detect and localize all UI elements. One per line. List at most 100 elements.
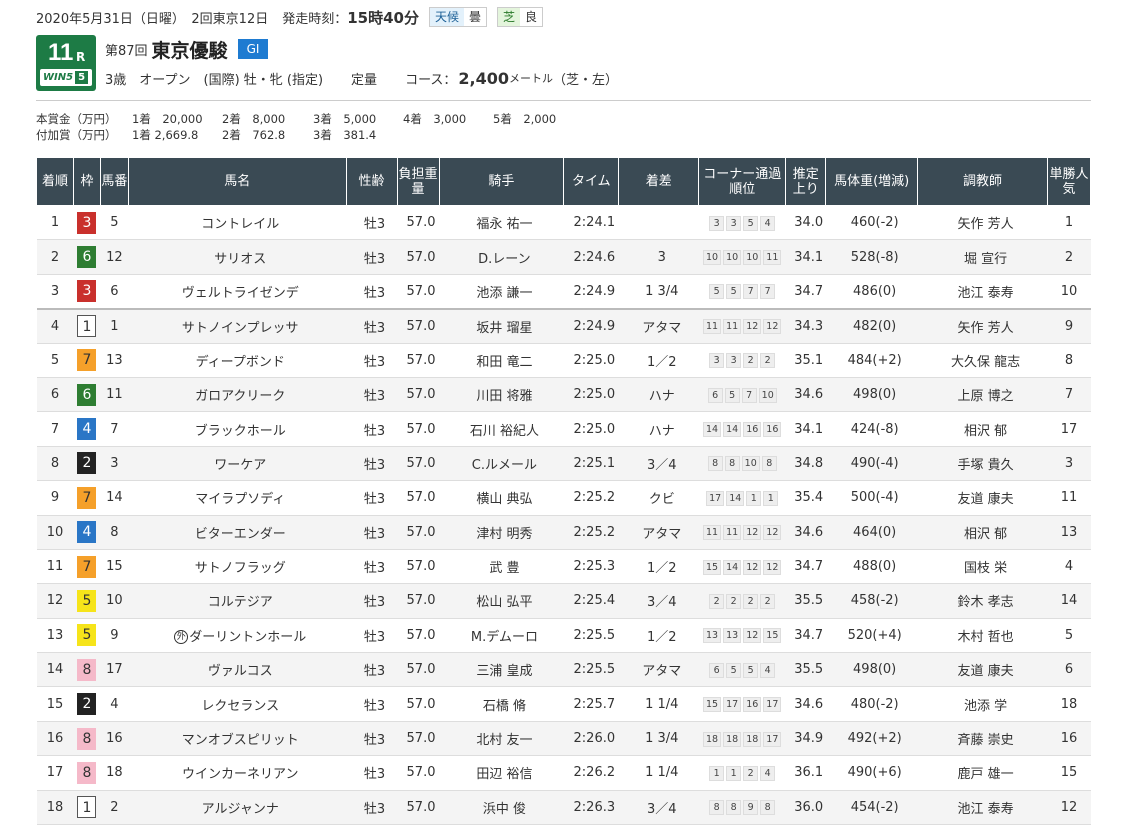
jockey-name[interactable]: 石橋 脩 <box>439 686 564 722</box>
horse-name[interactable]: サトノインプレッサ <box>128 308 347 344</box>
horse-weight: 498(0) <box>825 652 918 688</box>
horse-name-link[interactable]: サリオス <box>214 252 266 267</box>
horse-name-link[interactable]: ヴァルコス <box>208 664 273 679</box>
jockey-name[interactable]: 川田 将雅 <box>439 377 564 413</box>
load-weight: 57.0 <box>397 686 439 722</box>
trainer-name[interactable]: 池添 学 <box>917 686 1048 722</box>
horse-name[interactable]: コントレイル <box>128 205 347 241</box>
horse-name-link[interactable]: サトノインプレッサ <box>182 321 299 336</box>
horse-name-link[interactable]: ブラックホール <box>195 424 286 439</box>
horse-name-link[interactable]: レクセランス <box>201 699 279 714</box>
popularity: 15 <box>1047 755 1091 791</box>
horse-name[interactable]: アルジャンナ <box>128 790 347 826</box>
horse-name[interactable]: レクセランス <box>128 686 347 722</box>
trainer-name[interactable]: 手塚 貴久 <box>917 446 1048 482</box>
extra-prize-line: 付加賞（万円） 1着 2,669.8 2着 762.8 3着 381.4 <box>36 127 376 142</box>
trainer-name[interactable]: 堀 宣行 <box>917 239 1048 275</box>
corner-position: 15 <box>763 628 782 644</box>
horse-name[interactable]: ディープボンド <box>128 343 347 378</box>
trainer-name[interactable]: 上原 博之 <box>917 377 1048 413</box>
horse-name[interactable]: 外ダーリントンホール <box>128 618 347 654</box>
horse-name[interactable]: ウインカーネリアン <box>128 755 347 791</box>
last-3f: 34.3 <box>785 308 826 344</box>
last-3f: 34.6 <box>785 515 826 550</box>
jockey-name[interactable]: 和田 竜二 <box>439 343 564 378</box>
horse-name[interactable]: コルテジア <box>128 583 347 619</box>
popularity: 9 <box>1047 308 1091 344</box>
load-weight: 57.0 <box>397 790 439 826</box>
trainer-name[interactable]: 鹿戸 雄一 <box>917 755 1048 791</box>
horse-name[interactable]: ヴェルトライゼンデ <box>128 274 347 310</box>
horse-name-link[interactable]: ディープボンド <box>196 355 285 370</box>
trainer-name[interactable]: 国枝 栄 <box>917 549 1048 585</box>
jockey-name[interactable]: 池添 謙一 <box>439 274 564 310</box>
horse-number: 18 <box>100 755 129 791</box>
horse-number: 1 <box>100 308 129 344</box>
horse-name-link[interactable]: マンオブスピリット <box>182 733 299 748</box>
corner-position: 2 <box>709 593 725 609</box>
finish-time: 2:25.0 <box>563 343 619 378</box>
horse-name[interactable]: ブラックホール <box>128 411 347 447</box>
horse-name[interactable]: ガロアクリーク <box>128 377 347 413</box>
last-3f: 34.6 <box>785 686 826 722</box>
corner-position: 17 <box>763 731 782 747</box>
horse-name-link[interactable]: ガロアクリーク <box>195 389 285 404</box>
finish-time: 2:25.5 <box>563 618 619 654</box>
horse-name[interactable]: ヴァルコス <box>128 652 347 688</box>
jockey-name[interactable]: M.デムーロ <box>439 618 564 654</box>
margin: 1 3/4 <box>618 274 699 310</box>
jockey-name[interactable]: 福永 祐一 <box>439 205 564 241</box>
horse-name[interactable]: サトノフラッグ <box>128 549 347 585</box>
margin: アタマ <box>618 308 699 344</box>
jockey-name[interactable]: C.ルメール <box>439 446 564 482</box>
trainer-name[interactable]: 木村 哲也 <box>917 618 1048 654</box>
horse-name-link[interactable]: ワーケア <box>214 458 266 473</box>
horse-name-link[interactable]: コルテジア <box>208 595 273 610</box>
horse-name-link[interactable]: サトノフラッグ <box>195 561 286 576</box>
jockey-name[interactable]: 三浦 皇成 <box>439 652 564 688</box>
bracket-badge: 7 <box>77 555 97 578</box>
horse-name[interactable]: マイラプソディ <box>128 480 347 516</box>
jockey-name[interactable]: 武 豊 <box>439 549 564 585</box>
load-weight: 57.0 <box>397 377 439 413</box>
trainer-name[interactable]: 矢作 芳人 <box>917 308 1048 344</box>
trainer-name[interactable]: 池江 泰寿 <box>917 274 1048 310</box>
load-weight: 57.0 <box>397 652 439 688</box>
horse-name-link[interactable]: ビターエンダー <box>195 527 286 542</box>
jockey-name[interactable]: 田辺 裕信 <box>439 755 564 791</box>
horse-name-link[interactable]: ヴェルトライゼンデ <box>182 286 299 301</box>
jockey-name[interactable]: 松山 弘平 <box>439 583 564 619</box>
trainer-name[interactable]: 相沢 郁 <box>917 515 1048 550</box>
jockey-name[interactable]: 横山 典弘 <box>439 480 564 516</box>
jockey-name[interactable]: 津村 明秀 <box>439 515 564 550</box>
jockey-name[interactable]: 北村 友一 <box>439 721 564 757</box>
horse-name-link[interactable]: ダーリントンホール <box>189 630 306 645</box>
trainer-name[interactable]: 鈴木 孝志 <box>917 583 1048 619</box>
corner-position: 6 <box>709 662 725 678</box>
horse-name-link[interactable]: アルジャンナ <box>202 802 279 817</box>
horse-name-link[interactable]: ウインカーネリアン <box>182 767 298 782</box>
trainer-name[interactable]: 大久保 龍志 <box>917 343 1048 378</box>
horse-name[interactable]: ビターエンダー <box>128 515 347 550</box>
horse-name-link[interactable]: マイラプソディ <box>195 492 285 507</box>
horse-name[interactable]: マンオブスピリット <box>128 721 347 757</box>
trainer-name[interactable]: 池江 泰寿 <box>917 790 1048 826</box>
horse-name[interactable]: ワーケア <box>128 446 347 482</box>
jockey-name[interactable]: D.レーン <box>439 239 564 275</box>
horse-name[interactable]: サリオス <box>128 239 347 275</box>
trainer-name[interactable]: 友道 康夫 <box>917 480 1048 516</box>
bracket-cell: 8 <box>73 755 101 791</box>
popularity: 10 <box>1047 274 1091 310</box>
horse-name-link[interactable]: コントレイル <box>201 217 279 232</box>
trainer-name[interactable]: 相沢 郁 <box>917 411 1048 447</box>
trainer-name[interactable]: 斉藤 崇史 <box>917 721 1048 757</box>
jockey-name[interactable]: 石川 裕紀人 <box>439 411 564 447</box>
trainer-name[interactable]: 友道 康夫 <box>917 652 1048 688</box>
main-prize-line: 本賞金（万円） 1着 20,000 2着 8,000 3着 5,000 4着 3… <box>36 111 556 126</box>
jockey-name[interactable]: 坂井 瑠星 <box>439 308 564 344</box>
extra-prize-1: 1着 2,669.8 <box>132 127 199 142</box>
last-3f: 34.6 <box>785 377 826 413</box>
weight-rule: 定量 <box>351 72 378 88</box>
trainer-name[interactable]: 矢作 芳人 <box>917 205 1048 241</box>
jockey-name[interactable]: 浜中 俊 <box>439 790 564 826</box>
